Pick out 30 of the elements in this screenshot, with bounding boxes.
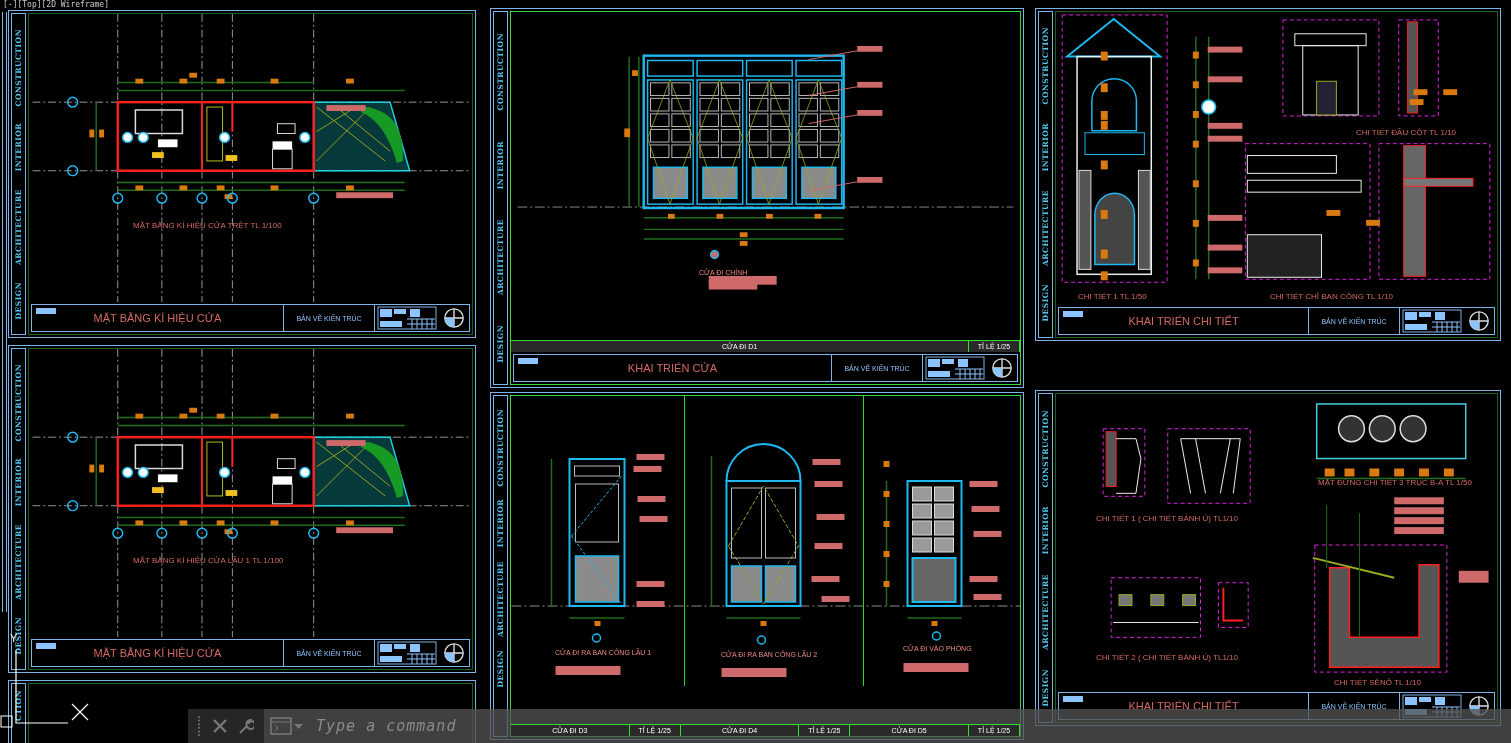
drawing-caption: MẶT BẰNG KÍ HIỆU CỬA LẦU 1 TL 1/100 [133,556,284,566]
drawing-caption: CHI TIẾT 1 ( CHI TIẾT BÁNH Ú) TL1/10 [1096,514,1238,524]
title-block-mark [36,308,56,314]
terminal-icon [270,717,304,735]
viewport-label[interactable]: [-][Top][2D Wireframe] [3,0,109,9]
crosshair-cursor-icon [71,703,89,721]
title-block-mark [36,643,56,649]
title-block-mark [518,358,538,364]
drawing-caption: CHI TIẾT 2 ( CHI TIẾT BÁNH Ú) TL1/10 [1096,653,1238,663]
sheet-title: KHAI TRIỂN CỬA [627,362,718,374]
drawing-caption: CHI TIẾT CHỈ BAN CÔNG TL 1/10 [1270,292,1393,302]
drawing-caption: CHI TIẾT ĐẦU CỘT TL 1/10 [1356,128,1457,138]
compass-icon [1468,310,1490,332]
drawing-caption: CHI TIẾT 1 TL 1/50 [1078,292,1147,302]
drawing-caption: MẶT BẰNG KÍ HIỆU CỬA TRỆT TL 1/100 [133,221,282,231]
sheet-title: MẶT BẰNG KÍ HIỆU CỬA [93,647,222,659]
compass-icon [991,357,1013,379]
title-block-mark [1063,696,1083,702]
compass-icon [1468,695,1490,717]
drawing-caption: CHI TIẾT SÊNÔ TL 1/10 [1334,678,1421,688]
drawing-caption: MẶT ĐỨNG CHI TIẾT 3 TRỤC B-A TL 1/50 [1318,478,1472,488]
compass-icon [443,307,465,329]
sheet-title: KHAI TRIỂN CHI TIẾT [1128,700,1239,712]
grip-handle-icon[interactable] [196,715,202,737]
title-block-mark [1063,311,1083,317]
wrench-icon[interactable] [238,718,254,734]
sheet-title: MẶT BẰNG KÍ HIỆU CỬA [93,312,222,324]
sheet-title: KHAI TRIỂN CHI TIẾT [1128,315,1239,327]
compass-icon [443,642,465,664]
close-icon[interactable] [212,718,228,734]
